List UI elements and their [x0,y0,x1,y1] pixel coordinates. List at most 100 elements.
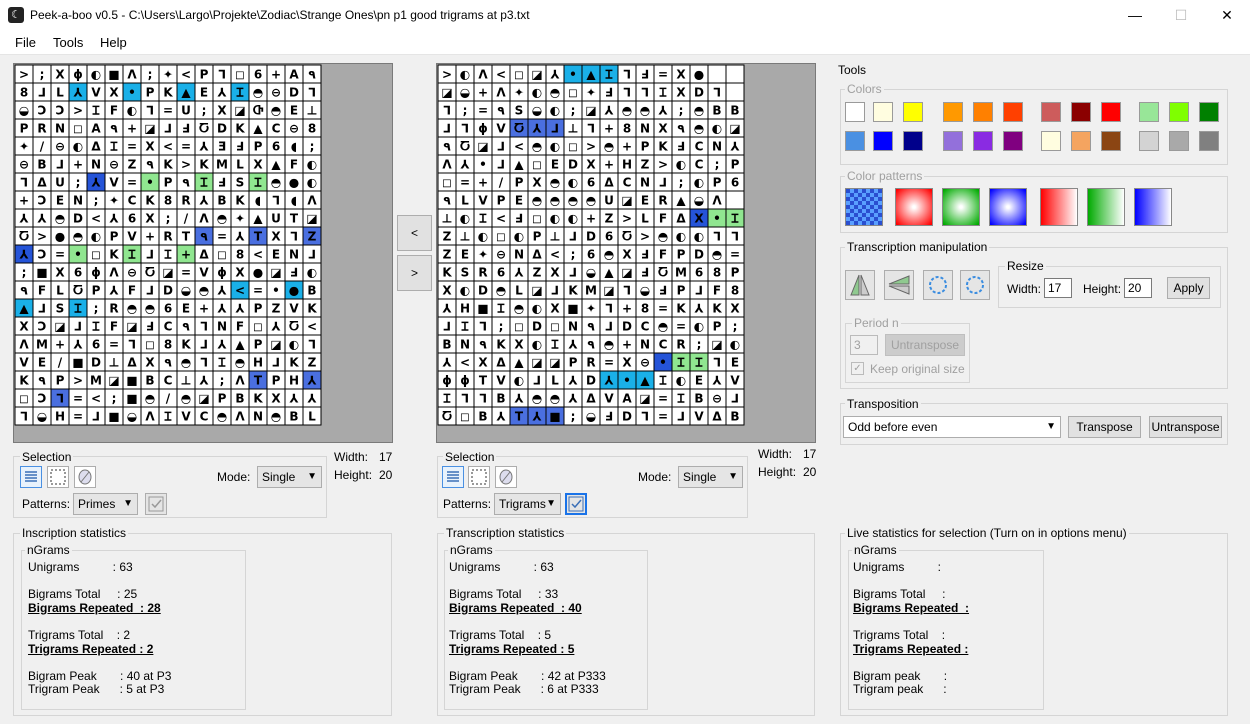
select-area-button[interactable] [47,466,69,488]
color-swatch[interactable] [873,102,893,122]
color-swatch[interactable] [903,102,923,122]
left-mode-select[interactable]: Single ▼ [257,466,322,488]
right-select-area-button[interactable] [468,466,490,488]
color-swatch[interactable] [1199,102,1219,122]
checker-pattern-button[interactable] [845,188,883,226]
blue-linear-pattern-button[interactable] [1134,188,1172,226]
transpose-button[interactable]: Transpose [1068,416,1141,438]
grid-symbol: ◓ [622,104,632,118]
rotate-left-button[interactable] [923,270,953,300]
color-swatch[interactable] [845,131,865,151]
period-untranspose-button[interactable]: Untranspose [885,334,965,356]
color-swatch[interactable] [873,131,893,151]
transcription-grid[interactable]: > ◐ Λ < ◻ ◪ ⅄ • ▲ Ɪ ⅂ Ⅎ = X ●◪ ◒ + Λ ✦ ◐ ◓ ◻ ✦ Ⅎ ⅂ ⅂ Ɪ X D ⅂⅂; = ٩ S ◒ ◐; ◪… [437,64,815,442]
grid-symbol: Ⅎ [641,68,649,82]
color-swatch[interactable] [1101,131,1121,151]
color-swatch[interactable] [1199,131,1219,151]
grid-symbol: X [550,302,560,316]
right-select-free-button[interactable] [495,466,517,488]
color-swatch[interactable] [1003,131,1023,151]
color-swatch[interactable] [845,102,865,122]
color-swatch[interactable] [1003,102,1023,122]
grid-symbol: C [695,158,704,172]
select-free-button[interactable] [74,466,96,488]
grid-cell[interactable] [725,190,745,210]
transposition-select[interactable]: Odd before even ▼ [843,416,1061,438]
color-swatch[interactable] [1041,131,1061,151]
grid-symbol: ⅄ [549,68,559,82]
red-radial-pattern-button[interactable] [895,188,933,226]
left-pattern-apply-button[interactable] [145,493,167,515]
left-height-label: Height: [334,468,373,482]
color-swatch[interactable] [1071,131,1091,151]
right-mode-select[interactable]: Single ▼ [678,466,743,488]
grid-symbol: ٩ [20,284,28,298]
maximize-button[interactable]: ☐ [1158,0,1204,31]
prev-button[interactable]: < [397,215,432,251]
grid-symbol: ⊖ [127,266,137,280]
color-swatch[interactable] [1101,102,1121,122]
select-rows-button[interactable] [20,466,42,488]
close-button[interactable]: ✕ [1204,0,1250,31]
stat-line: Trigrams Total : 2 [28,628,131,642]
right-patterns-select[interactable]: Trigrams ▼ [494,493,561,515]
next-button[interactable]: > [397,255,432,291]
live-ngrams-title: nGrams [852,543,899,557]
grid-cell[interactable] [707,64,727,84]
grid-symbol: K [163,158,173,172]
color-swatch[interactable] [1139,131,1159,151]
color-swatch[interactable] [943,131,963,151]
color-swatch[interactable] [973,102,993,122]
grid-symbol: V [478,194,488,208]
right-pattern-apply-button[interactable] [565,493,587,515]
apply-button[interactable]: Apply [1167,277,1210,299]
menu-tools[interactable]: Tools [53,35,83,50]
grid-symbol: ◖ [291,194,297,208]
grid-cell[interactable] [725,64,745,84]
grid-symbol: L [308,410,316,424]
menu-help[interactable]: Help [100,35,127,50]
color-swatch[interactable] [1139,102,1159,122]
blue-radial-pattern-button[interactable] [989,188,1027,226]
grid-symbol: K [109,248,119,262]
color-swatch[interactable] [943,102,963,122]
right-select-rows-button[interactable] [442,466,464,488]
grid-symbol: = [478,104,488,118]
color-swatch[interactable] [1071,102,1091,122]
grid-symbol: ٩ [200,230,208,244]
grid-symbol: F [110,104,118,118]
left-patterns-select[interactable]: Primes ▼ [73,493,138,515]
grid-symbol: ⅂ [57,392,64,406]
color-swatch[interactable] [1169,102,1189,122]
resize-width-input[interactable]: 17 [1044,278,1072,298]
rotate-right-button[interactable] [960,270,990,300]
untranspose-button[interactable]: Untranspose [1149,416,1222,438]
color-swatch[interactable] [973,131,993,151]
green-radial-pattern-button[interactable] [942,188,980,226]
grid-symbol: D [694,248,704,262]
period-input[interactable]: 3 [850,335,878,355]
grid-symbol: Z [128,158,137,172]
grid-symbol: ◓ [73,230,83,244]
inscription-grid[interactable]: >; Xɸ ◐ ■ Λ; ✦ < P ⅂ ◻ 6 + A ٩8 ⅃ L ⅄ V X • P K ▲ E ⅄ Ɪ ◓ ⊖ D ⅂◒ Ↄ Ↄ > Ɪ F… [14,64,392,442]
grid-symbol: / [166,392,171,406]
grid-symbol: ◪ [270,338,281,352]
stat-line: Bigrams Repeated : 28 [28,600,161,615]
red-linear-pattern-button[interactable] [1040,188,1078,226]
color-swatch[interactable] [903,131,923,151]
keep-size-checkbox[interactable]: ✓ [851,362,864,375]
minimize-button[interactable]: — [1112,0,1158,31]
flip-horizontal-button[interactable] [845,270,875,300]
menu-file[interactable]: File [15,35,36,50]
flip-vertical-button[interactable] [884,270,914,300]
grid-symbol: D [289,86,299,100]
green-linear-pattern-button[interactable] [1087,188,1125,226]
color-swatch[interactable] [1169,131,1189,151]
grid-symbol: • [623,374,631,388]
grid-symbol: Ɪ [677,392,685,406]
resize-height-input[interactable]: 20 [1124,278,1152,298]
color-swatch[interactable] [1041,102,1061,122]
grid-symbol: X [271,230,281,244]
grid-symbol: X [694,212,704,226]
grid-cell[interactable] [725,82,745,102]
